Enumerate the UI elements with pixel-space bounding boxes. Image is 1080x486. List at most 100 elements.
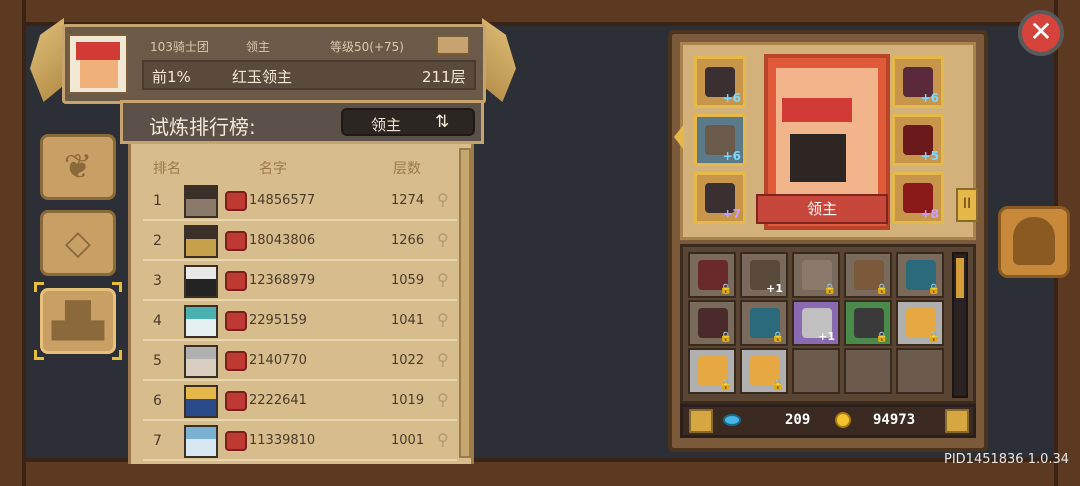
search-icon[interactable]: ⚲ [437, 270, 449, 289]
tab-helmet[interactable] [998, 206, 1070, 278]
player-rank-row: 前1% 红玉领主 211层 [142, 60, 476, 90]
scroll-thumb[interactable] [956, 258, 964, 298]
table-row[interactable]: 7 11339810 1001 ⚲ [143, 422, 457, 461]
frame-top [0, 0, 1080, 26]
equip-slot-amulet[interactable]: +6 [694, 114, 746, 166]
rank-percent: 前1% [152, 68, 191, 86]
player-avatar-icon [184, 345, 218, 378]
row-rank: 6 [153, 393, 162, 409]
equip-slot-helmet[interactable]: +6 [892, 56, 944, 108]
search-icon[interactable]: ⚲ [437, 230, 449, 249]
row-floor: 1274 [391, 193, 425, 208]
row-name: 2222641 [249, 393, 307, 408]
sort-grid-icon[interactable] [945, 409, 969, 433]
inventory-slot[interactable]: 🔒 [792, 252, 840, 298]
inventory-slot[interactable]: 🔒 [896, 252, 944, 298]
gem-icon [723, 414, 741, 426]
equip-slot-armor[interactable]: +5 [892, 114, 944, 166]
enhance-level: +7 [722, 207, 741, 221]
tab-diamond[interactable]: ◇ [40, 210, 116, 276]
search-icon[interactable]: ⚲ [437, 350, 449, 369]
inventory-slot[interactable]: 🔒 [844, 252, 892, 298]
version-label: PID1451836 1.0.34 [944, 452, 1070, 467]
active-corner [34, 282, 44, 292]
lock-icon: 🔒 [771, 332, 784, 343]
class-filter-button[interactable]: 领主 ⇅ [341, 108, 475, 136]
search-icon[interactable]: ⚲ [437, 390, 449, 409]
enhance-level: +6 [722, 149, 741, 163]
floor-count: 211层 [422, 68, 466, 86]
row-name: 2140770 [249, 353, 307, 368]
badge-icon[interactable] [436, 35, 470, 55]
table-row[interactable]: 5 2140770 1022 ⚲ [143, 342, 457, 381]
row-rank: 4 [153, 313, 162, 329]
inventory-slot-empty[interactable] [896, 348, 944, 394]
title-name: 红玉领主 [232, 68, 293, 86]
lock-icon: 🔒 [875, 284, 888, 295]
guild-icon [225, 191, 247, 211]
enhance-level: +1 [766, 282, 783, 295]
player-avatar-icon [184, 185, 218, 218]
tab-leaderboard[interactable]: ▟▙ [40, 288, 116, 354]
player-info: 103骑士团 领主 等级50(+75) [142, 36, 478, 56]
inventory-slot[interactable]: 🔒 [740, 300, 788, 346]
col-rank: 排名 [153, 161, 181, 177]
lock-icon: 🔒 [875, 332, 888, 343]
table-row[interactable]: 6 2222641 1019 ⚲ [143, 382, 457, 421]
swap-icon: ⇅ [435, 112, 450, 132]
character-class-label: 领主 [756, 194, 888, 224]
inventory-slot[interactable]: +1 [792, 300, 840, 346]
table-row[interactable]: 1 14856577 1274 ⚲ [143, 182, 457, 221]
inventory-slot[interactable]: 🔒 [688, 348, 736, 394]
lock-toggle-icon[interactable] [689, 409, 713, 433]
inventory-slot-empty[interactable] [844, 348, 892, 394]
active-corner [34, 350, 44, 360]
active-corner [112, 350, 122, 360]
row-rank: 5 [153, 353, 162, 369]
row-name: 18043806 [249, 233, 316, 248]
table-row[interactable]: 2 18043806 1266 ⚲ [143, 222, 457, 261]
search-icon[interactable]: ⚲ [437, 310, 449, 329]
equip-slot-ring[interactable]: +6 [694, 56, 746, 108]
lock-icon: 🔒 [719, 380, 732, 391]
inventory-slot-empty[interactable] [792, 348, 840, 394]
table-row[interactable]: 3 12368979 1059 ⚲ [143, 262, 457, 301]
gold-coin-icon [835, 412, 851, 428]
lock-icon: 🔒 [719, 332, 732, 343]
search-icon[interactable]: ⚲ [437, 190, 449, 209]
leaderboard-list[interactable]: 排名 名字 层数 1 14856577 1274 ⚲ 2 18043806 12… [128, 144, 474, 464]
inventory-slot[interactable]: 🔒 [896, 300, 944, 346]
leaderboard-scrollbar[interactable] [459, 148, 471, 458]
feather-icon: ❦ [63, 147, 93, 187]
equip-slot-weapon[interactable]: +8 [892, 172, 944, 224]
search-icon[interactable]: ⚲ [437, 430, 449, 449]
player-avatar-icon [184, 305, 218, 338]
player-avatar[interactable] [68, 34, 128, 94]
page-tab[interactable]: II [956, 188, 978, 222]
inventory-slot[interactable]: 🔒 [740, 348, 788, 394]
close-button[interactable]: ✕ [1018, 10, 1064, 56]
player-avatar-icon [184, 225, 218, 258]
equip-slot-gloves[interactable]: +7 [694, 172, 746, 224]
row-rank: 7 [153, 433, 162, 449]
santa-hat-icon [782, 98, 852, 122]
inventory-slot[interactable]: 🔒 [688, 300, 736, 346]
inventory-slot[interactable]: 🔒 [688, 252, 736, 298]
row-rank: 3 [153, 273, 162, 289]
active-corner [112, 282, 122, 292]
guild-icon [225, 311, 247, 331]
enhance-level: +1 [818, 330, 835, 343]
row-floor: 1266 [391, 233, 425, 248]
table-row[interactable]: 4 2295159 1041 ⚲ [143, 302, 457, 341]
inventory-slot[interactable]: +1 [740, 252, 788, 298]
guild-name: 103骑士团 [150, 40, 209, 54]
inventory-slot[interactable]: 🔒 [844, 300, 892, 346]
tab-feather[interactable]: ❦ [40, 134, 116, 200]
lock-icon: 🔒 [927, 332, 940, 343]
inventory-scrollbar[interactable] [952, 252, 968, 398]
guild-icon [225, 351, 247, 371]
face-icon [80, 60, 118, 88]
player-avatar-icon [184, 265, 218, 298]
lock-icon: 🔒 [719, 284, 732, 295]
row-rank: 2 [153, 233, 162, 249]
